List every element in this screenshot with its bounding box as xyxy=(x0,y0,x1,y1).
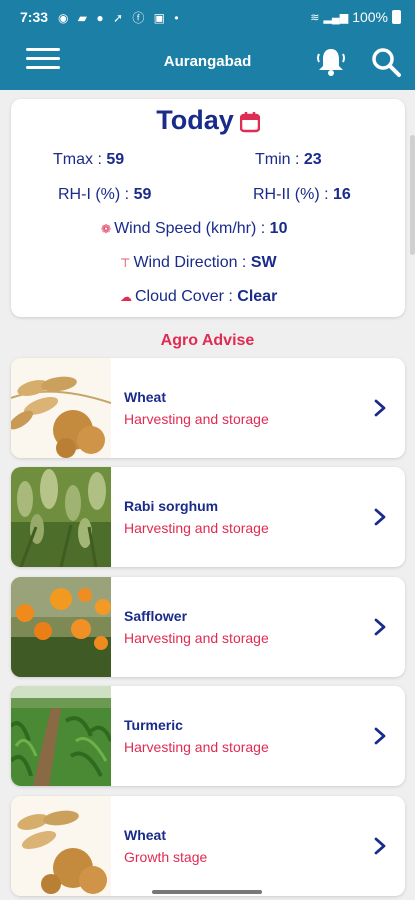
wheat-image xyxy=(11,796,111,896)
crop-card-wheat[interactable]: Wheat Harvesting and storage xyxy=(11,358,405,458)
wind-speed-value: 10 xyxy=(269,220,288,237)
weather-card: Today Tmax : 59 Tmin : 23 RH-I (%) : 59 … xyxy=(11,99,405,317)
cloud-icon: ☁ xyxy=(120,290,132,304)
chevron-right-icon xyxy=(374,837,386,855)
tmax-value: 59 xyxy=(106,151,125,168)
crop-stage: Harvesting and storage xyxy=(124,739,269,755)
calendar-icon[interactable] xyxy=(239,111,260,133)
safflower-image xyxy=(11,577,111,677)
wind-direction-label: Wind Direction : xyxy=(133,254,247,271)
crop-stage: Growth stage xyxy=(124,849,208,865)
weather-title-row: Today xyxy=(11,105,405,136)
gesture-bar[interactable] xyxy=(152,890,262,894)
tmax-row: Tmax : 59 xyxy=(53,151,124,169)
notification-icons: ◉ ▰ ● ➚ ⓕ ▣ • xyxy=(58,11,182,25)
crop-card-rabi-sorghum[interactable]: Rabi sorghum Harvesting and storage xyxy=(11,467,405,567)
agro-advise-title: Agro Advise xyxy=(160,332,255,349)
sorghum-image xyxy=(11,467,111,567)
wheat-image xyxy=(11,358,111,458)
wind-direction-icon: ⊤ xyxy=(120,256,131,270)
tmin-row: Tmin : 23 xyxy=(255,151,322,169)
crop-name: Safflower xyxy=(124,608,188,624)
crop-stage: Harvesting and storage xyxy=(124,630,269,646)
battery-text: 100% xyxy=(352,9,388,25)
rh2-value: 16 xyxy=(333,186,351,203)
crop-card-safflower[interactable]: Safflower Harvesting and storage xyxy=(11,577,405,677)
crop-card-wheat-growth[interactable]: Wheat Growth stage xyxy=(11,796,405,896)
tmax-label: Tmax : xyxy=(53,151,102,168)
battery-icon xyxy=(392,10,401,24)
rh2-row: RH-II (%) : 16 xyxy=(253,186,351,204)
turmeric-image xyxy=(11,686,111,786)
search-icon[interactable] xyxy=(370,46,402,78)
status-right: ≋ ▂▄▆ 100% xyxy=(310,9,401,25)
chevron-right-icon xyxy=(374,399,386,417)
status-bar: 7:33 ◉ ▰ ● ➚ ⓕ ▣ • ≋ ▂▄▆ 100% xyxy=(0,0,415,33)
cloud-cover-row: ☁ Cloud Cover : Clear xyxy=(120,288,277,306)
rh2-label: RH-II (%) : xyxy=(253,186,329,203)
wifi-icon: ≋ xyxy=(310,11,320,24)
status-time: 7:33 xyxy=(20,9,49,25)
weather-title: Today xyxy=(156,105,234,135)
bell-icon[interactable] xyxy=(314,45,348,79)
wind-speed-row: ❁ Wind Speed (km/hr) : 10 xyxy=(101,220,287,238)
wind-direction-value: SW xyxy=(250,254,277,271)
crop-name: Wheat xyxy=(124,827,166,843)
scroll-indicator xyxy=(410,135,415,255)
wind-direction-row: ⊤ Wind Direction : SW xyxy=(120,254,277,272)
crop-name: Wheat xyxy=(124,389,166,405)
crop-stage: Harvesting and storage xyxy=(124,411,269,427)
cloud-cover-label: Cloud Cover : xyxy=(135,288,233,305)
rh1-label: RH-I (%) : xyxy=(58,186,130,203)
rh1-row: RH-I (%) : 59 xyxy=(58,186,151,204)
wind-speed-label: Wind Speed (km/hr) : xyxy=(114,220,266,237)
cloud-cover-value: Clear xyxy=(237,288,278,305)
app-bar: Aurangabad xyxy=(0,33,415,90)
wind-speed-icon: ❁ xyxy=(101,222,112,236)
tmin-value: 23 xyxy=(303,151,322,168)
signal-icon: ▂▄▆ xyxy=(323,11,349,24)
crop-name: Turmeric xyxy=(124,717,183,733)
crop-stage: Harvesting and storage xyxy=(124,520,269,536)
tmin-label: Tmin : xyxy=(255,151,300,168)
chevron-right-icon xyxy=(374,727,386,745)
crop-card-turmeric[interactable]: Turmeric Harvesting and storage xyxy=(11,686,405,786)
chevron-right-icon xyxy=(374,618,386,636)
chevron-right-icon xyxy=(374,508,386,526)
rh1-value: 59 xyxy=(133,186,152,203)
crop-name: Rabi sorghum xyxy=(124,498,219,514)
location-title: Aurangabad xyxy=(163,53,252,70)
